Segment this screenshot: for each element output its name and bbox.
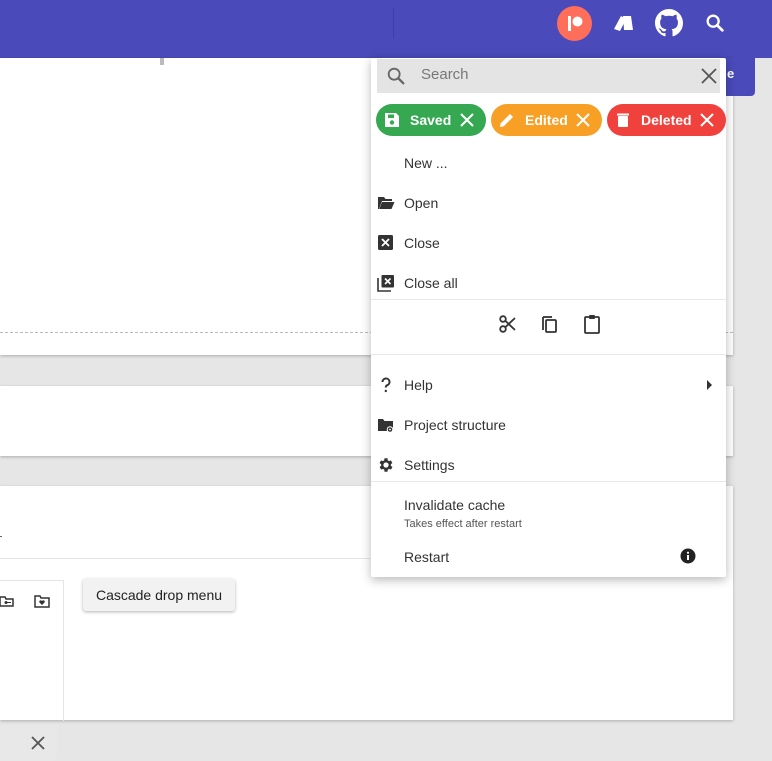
menu-divider: [371, 354, 726, 355]
menu-item-invalidate-cache[interactable]: Invalidate cache Takes effect after rest…: [371, 492, 726, 534]
menu-item-close-all[interactable]: Close all: [371, 263, 726, 303]
menu-divider: [371, 481, 726, 482]
github-icon[interactable]: [654, 8, 684, 38]
chip-remove-icon[interactable]: [698, 111, 716, 129]
menu-item-label: Close: [404, 235, 440, 251]
menu-item-help[interactable]: Help: [371, 365, 726, 405]
chip-deleted-label: Deleted: [641, 112, 692, 128]
menu-item-settings[interactable]: Settings: [371, 445, 726, 485]
menu-item-label: Open: [404, 195, 439, 211]
chip-remove-icon[interactable]: [574, 111, 592, 129]
menu-item-label: Restart: [404, 549, 450, 565]
card-divider: [0, 558, 370, 559]
menu-item-new[interactable]: New ...: [371, 143, 726, 183]
pencil-icon: [499, 111, 517, 129]
close-all-icon: [377, 275, 394, 292]
close-box-icon: [378, 235, 393, 250]
folder-heart-icon[interactable]: [34, 594, 50, 608]
menu-item-open[interactable]: Open: [371, 183, 726, 223]
folder-key-icon[interactable]: [0, 594, 14, 608]
trash-icon: [615, 111, 633, 129]
save-icon: [384, 111, 402, 129]
cards-icon[interactable]: [609, 8, 639, 38]
menu-divider: [371, 299, 726, 300]
chevron-right-icon: [707, 380, 712, 390]
menu-item-subtitle: Takes effect after restart: [404, 518, 522, 530]
chip-edited[interactable]: Edited: [491, 104, 602, 136]
paste-icon[interactable]: [581, 313, 603, 335]
menu-search-field[interactable]: Search: [377, 59, 720, 93]
menu-search-input[interactable]: Search: [421, 66, 469, 83]
search-icon[interactable]: [700, 8, 730, 38]
menu-item-label: Invalidate cache: [404, 497, 506, 513]
gear-icon: [379, 458, 393, 472]
scissors-icon[interactable]: [497, 313, 519, 335]
menu-item-label: New ...: [404, 155, 448, 171]
chip-deleted[interactable]: Deleted: [607, 104, 726, 136]
clear-icon[interactable]: [28, 733, 48, 753]
menu-item-label: Close all: [404, 275, 458, 291]
folder-settings-icon: [378, 419, 394, 433]
inner-search-field[interactable]: [0, 725, 57, 761]
copy-icon[interactable]: [539, 313, 561, 335]
menu-item-restart[interactable]: Restart: [371, 536, 726, 576]
chip-saved-label: Saved: [410, 112, 452, 128]
menu-item-project-structure[interactable]: Project structure: [371, 405, 726, 445]
cascade-menu: Search Saved Edited Deleted New ... Open…: [371, 58, 726, 577]
info-icon[interactable]: [680, 548, 696, 564]
menu-item-label: Settings: [404, 457, 455, 473]
tick-mark: [160, 58, 164, 65]
chip-edited-label: Edited: [525, 112, 568, 128]
partial-action-label: e: [727, 66, 735, 81]
chip-remove-icon[interactable]: [458, 111, 476, 129]
clear-search-icon[interactable]: [698, 65, 720, 87]
cascade-drop-menu-button[interactable]: Cascade drop menu: [83, 579, 235, 611]
dot-mark: [0, 536, 2, 537]
folder-open-icon: [378, 197, 395, 209]
app-bar: [0, 0, 772, 58]
menu-item-close[interactable]: Close: [371, 223, 726, 263]
patreon-icon[interactable]: [557, 6, 592, 41]
chip-saved[interactable]: Saved: [376, 104, 486, 136]
search-icon: [387, 67, 405, 85]
question-icon: [381, 377, 391, 393]
menu-item-label: Help: [404, 377, 433, 393]
app-bar-divider: [393, 8, 394, 38]
menu-item-label: Project structure: [404, 417, 506, 433]
